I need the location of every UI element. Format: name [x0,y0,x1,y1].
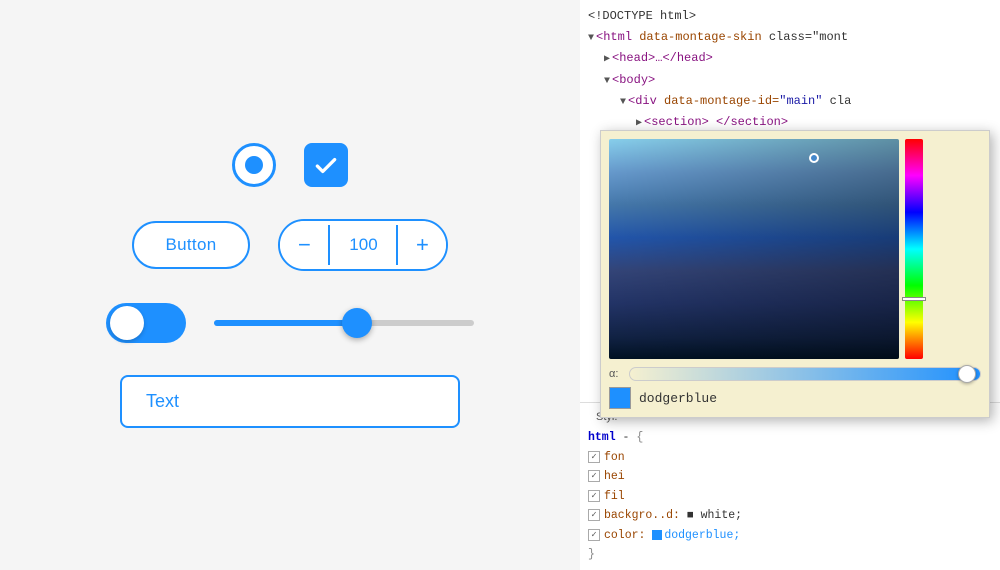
css-close-brace: } [588,548,595,561]
color-swatch[interactable] [609,387,631,409]
css-panel: Styl. elemen html - { fon hei fil backgr… [580,402,1000,570]
color-name-row: dodgerblue [609,387,981,409]
checkbox-button[interactable] [304,143,348,187]
color-indicator-small [652,530,662,540]
stepper-value: 100 [328,225,398,265]
ui-button[interactable]: Button [132,221,251,269]
alpha-thumb[interactable] [958,365,976,383]
css-rule-dash: - [623,431,630,444]
radio-button[interactable] [232,143,276,187]
hue-bar[interactable] [905,139,923,359]
radio-inner [245,156,263,174]
stepper-plus-button[interactable]: + [398,221,446,269]
toggle-switch[interactable] [106,303,186,343]
right-panel: <!DOCTYPE html> ▼<html data-montage-skin… [580,0,1000,570]
text-input[interactable] [120,375,460,428]
html-line-div[interactable]: ▼<div data-montage-id="main" cla [580,91,1000,112]
color-picker-main [609,139,981,359]
slider-track[interactable] [214,320,474,326]
css-prop-3: fil [604,490,625,503]
gradient-overlay [609,139,899,359]
css-check-2[interactable] [588,470,600,482]
alpha-track[interactable] [629,367,981,381]
html-line-html[interactable]: ▼<html data-montage-skin class="mont [580,27,1000,48]
row-3 [106,303,474,343]
slider-fill [214,320,357,326]
css-prop-2: hei [604,470,625,483]
html-line-doctype: <!DOCTYPE html> [580,6,1000,27]
check-icon [313,152,339,178]
css-prop-1: fon [604,451,625,464]
stepper: − 100 + [278,219,448,271]
row-2: Button − 100 + [132,219,449,271]
stepper-minus-button[interactable]: − [280,221,328,269]
css-prop-5: color: [604,529,645,542]
css-prop-4: backgro..d: [604,509,680,522]
html-line-head[interactable]: ▶<head>…</head> [580,48,1000,69]
css-check-5[interactable] [588,529,600,541]
slider-thumb[interactable] [342,308,372,338]
row-4 [120,375,460,428]
row-1 [232,143,348,187]
css-check-1[interactable] [588,451,600,463]
css-check-4[interactable] [588,509,600,521]
left-panel: Button − 100 + [0,0,580,570]
color-name-text: dodgerblue [639,391,717,406]
css-selector: html [588,431,616,444]
css-check-3[interactable] [588,490,600,502]
html-line-body[interactable]: ▼<body> [580,70,1000,91]
gradient-bg [609,139,899,359]
css-value-5: dodgerblue; [664,529,740,542]
color-picker-popup: α: dodgerblue [600,130,990,418]
color-picker-dot[interactable] [809,153,819,163]
alpha-section: α: [609,367,981,381]
css-open-brace: { [636,431,643,444]
css-rule-block: html - { fon hei fil backgro..d: ■ white… [580,427,1000,566]
toggle-thumb [110,306,144,340]
alpha-label: α: [609,368,623,380]
css-value-4: ■ white; [687,509,742,522]
hue-indicator [902,297,926,301]
slider-container [214,320,474,326]
color-gradient[interactable] [609,139,899,359]
